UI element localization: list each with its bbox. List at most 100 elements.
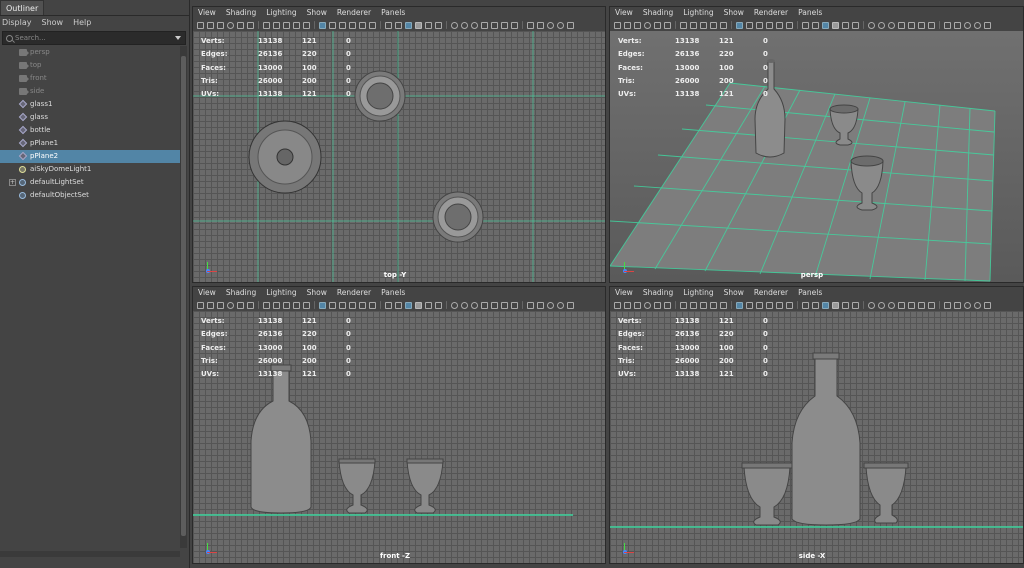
menu-panels[interactable]: Panels [381,7,405,19]
toolbar-tool-icon[interactable] [984,21,991,29]
toolbar-tool-icon[interactable] [720,301,727,309]
toolbar-tool-icon[interactable] [720,21,727,29]
toolbar-tool-icon[interactable] [273,21,280,29]
toolbar-tool-icon[interactable] [736,21,743,29]
toolbar-tool-icon[interactable] [644,21,651,29]
toolbar-tool-icon[interactable] [868,21,875,29]
toolbar-tool-icon[interactable] [425,21,432,29]
viewport-canvas[interactable]: Verts: 13138 121 0 Edges: 26136 220 0 Faces: 1300… [193,311,605,563]
outliner-menu-show[interactable]: Show [42,16,64,30]
toolbar-tool-icon[interactable] [501,301,508,309]
toolbar-tool-icon[interactable] [537,301,544,309]
outliner-item-side[interactable]: side [0,85,180,98]
glass1-front-shape[interactable] [406,458,444,514]
toolbar-tool-icon[interactable] [547,301,554,309]
toolbar-tool-icon[interactable] [918,301,925,309]
toolbar-tool-icon[interactable] [329,301,336,309]
toolbar-tool-icon[interactable] [954,21,961,29]
toolbar-tool-icon[interactable] [395,301,402,309]
toolbar-tool-icon[interactable] [746,301,753,309]
toolbar-tool-icon[interactable] [756,301,763,309]
toolbar-tool-icon[interactable] [680,301,687,309]
toolbar-tool-icon[interactable] [263,301,270,309]
toolbar-tool-icon[interactable] [964,21,971,29]
viewport-top[interactable]: View Shading Lighting Show Renderer Pane… [192,6,606,283]
outliner-item-skydome-light[interactable]: aiSkyDomeLight1 [0,163,180,176]
glass1-top-shape[interactable] [432,191,484,243]
toolbar-tool-icon[interactable] [461,21,468,29]
toolbar-tool-icon[interactable] [776,21,783,29]
toolbar-tool-icon[interactable] [700,301,707,309]
toolbar-tool-icon[interactable] [293,301,300,309]
toolbar-tool-icon[interactable] [928,301,935,309]
toolbar-tool-icon[interactable] [878,21,885,29]
toolbar-tool-icon[interactable] [812,301,819,309]
toolbar-tool-icon[interactable] [339,21,346,29]
toolbar-tool-icon[interactable] [197,21,204,29]
toolbar-tool-icon[interactable] [888,21,895,29]
viewport-canvas[interactable]: Verts: 13138 121 0 Edges: 26136 220 0 Faces: 1300… [610,311,1023,563]
toolbar-tool-icon[interactable] [766,21,773,29]
menu-show[interactable]: Show [724,287,744,299]
bottle-top-shape[interactable] [248,120,322,194]
toolbar-tool-icon[interactable] [634,301,641,309]
outliner-menu-display[interactable]: Display [2,16,32,30]
toolbar-tool-icon[interactable] [624,301,631,309]
toolbar-tool-icon[interactable] [756,21,763,29]
glass1-side-shape[interactable] [863,462,909,524]
toolbar-tool-icon[interactable] [908,301,915,309]
toolbar-tool-icon[interactable] [878,301,885,309]
menu-renderer[interactable]: Renderer [754,7,788,19]
menu-lighting[interactable]: Lighting [266,287,296,299]
expand-icon[interactable]: + [9,179,16,186]
toolbar-tool-icon[interactable] [654,301,661,309]
toolbar-tool-icon[interactable] [664,21,671,29]
toolbar-tool-icon[interactable] [217,301,224,309]
menu-panels[interactable]: Panels [798,7,822,19]
outliner-horizontal-scrollbar[interactable] [0,551,180,557]
outliner-item-top[interactable]: top [0,59,180,72]
toolbar-tool-icon[interactable] [710,21,717,29]
outliner-scrollbar[interactable] [180,46,187,548]
menu-view[interactable]: View [198,287,216,299]
menu-show[interactable]: Show [307,287,327,299]
toolbar-tool-icon[interactable] [832,21,839,29]
toolbar-tool-icon[interactable] [491,21,498,29]
toolbar-tool-icon[interactable] [690,21,697,29]
outliner-item-glass1[interactable]: glass1 [0,98,180,111]
glass-front-shape[interactable] [338,458,376,514]
toolbar-tool-icon[interactable] [319,21,326,29]
toolbar-tool-icon[interactable] [471,21,478,29]
menu-panels[interactable]: Panels [798,287,822,299]
toolbar-tool-icon[interactable] [283,301,290,309]
toolbar-tool-icon[interactable] [247,301,254,309]
viewport-persp[interactable]: View Shading Lighting Show Renderer Pane… [609,6,1024,283]
toolbar-tool-icon[interactable] [461,301,468,309]
toolbar-tool-icon[interactable] [273,301,280,309]
toolbar-tool-icon[interactable] [954,301,961,309]
menu-view[interactable]: View [198,7,216,19]
toolbar-tool-icon[interactable] [537,21,544,29]
viewport-front[interactable]: View Shading Lighting Show Renderer Pane… [192,286,606,564]
toolbar-tool-icon[interactable] [435,301,442,309]
toolbar-tool-icon[interactable] [812,21,819,29]
outliner-item-front[interactable]: front [0,72,180,85]
toolbar-tool-icon[interactable] [237,21,244,29]
toolbar-tool-icon[interactable] [557,301,564,309]
toolbar-tool-icon[interactable] [644,301,651,309]
menu-lighting[interactable]: Lighting [683,287,713,299]
toolbar-tool-icon[interactable] [349,21,356,29]
toolbar-tool-icon[interactable] [690,301,697,309]
toolbar-tool-icon[interactable] [664,301,671,309]
bottle-front-shape[interactable] [250,364,312,514]
outliner-item-default-light-set[interactable]: + defaultLightSet [0,176,180,189]
toolbar-tool-icon[interactable] [247,21,254,29]
glass-side-shape[interactable] [741,462,793,526]
toolbar-tool-icon[interactable] [614,21,621,29]
toolbar-tool-icon[interactable] [634,21,641,29]
menu-shading[interactable]: Shading [643,7,673,19]
toolbar-tool-icon[interactable] [451,21,458,29]
toolbar-tool-icon[interactable] [395,21,402,29]
toolbar-tool-icon[interactable] [786,21,793,29]
toolbar-tool-icon[interactable] [614,301,621,309]
